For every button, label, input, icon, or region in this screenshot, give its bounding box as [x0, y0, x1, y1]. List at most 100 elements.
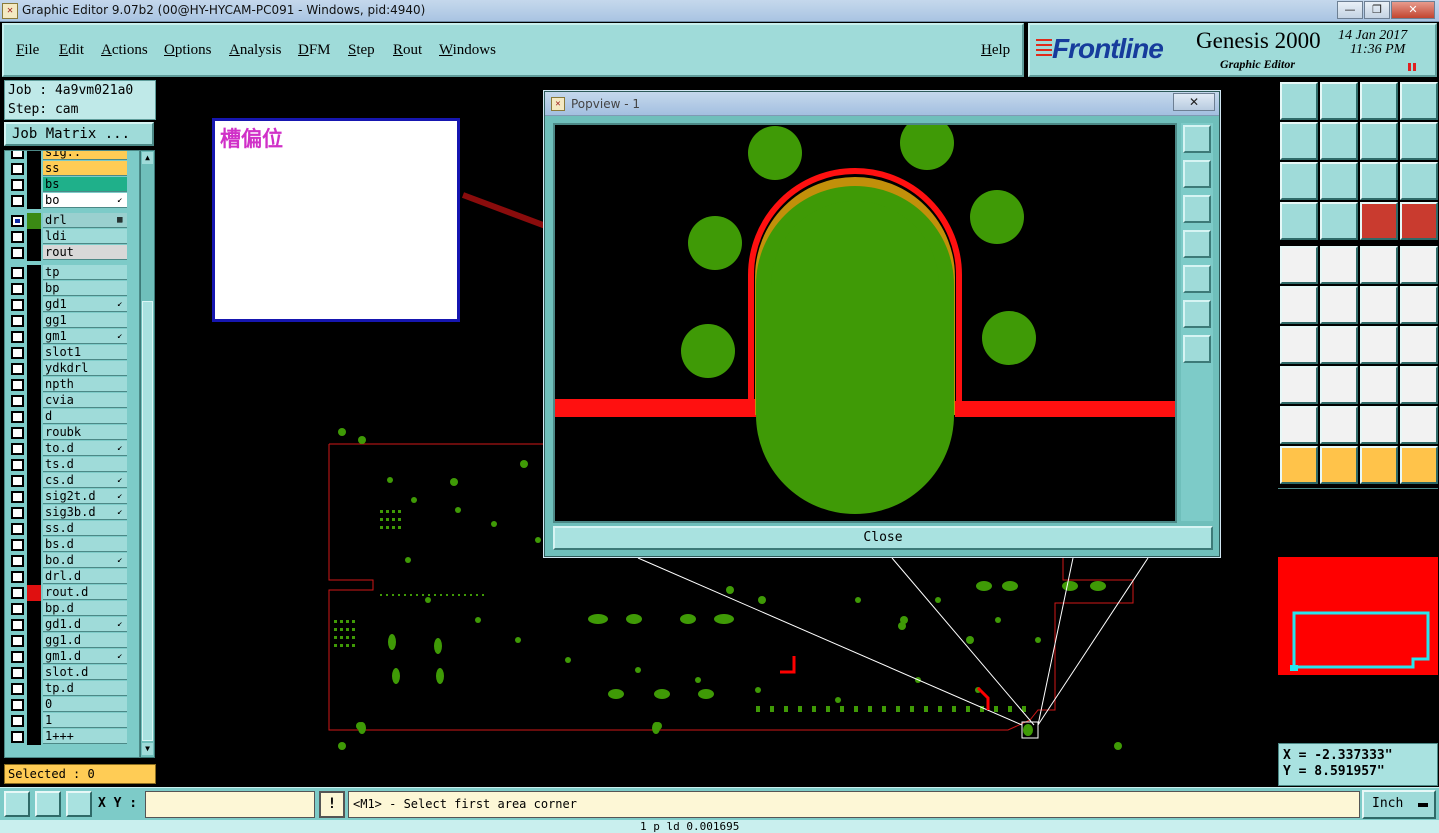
zoom-out-icon[interactable] [1183, 335, 1211, 363]
copy-icon[interactable] [1360, 366, 1398, 404]
layer-name[interactable]: bp [43, 281, 127, 296]
menu-file[interactable]: File [16, 42, 39, 59]
layer-checkbox[interactable] [11, 587, 24, 599]
angle-icon[interactable] [1280, 326, 1318, 364]
layer-checkbox[interactable] [11, 715, 24, 727]
layer-name[interactable]: ss.d [43, 521, 127, 536]
layer-name[interactable]: 1 [43, 713, 127, 728]
layer-checkbox[interactable] [11, 283, 24, 295]
close-window-button[interactable]: ✕ [1391, 1, 1435, 19]
flip-icon[interactable] [1400, 122, 1438, 160]
layer-row[interactable]: tp.d [5, 681, 139, 697]
pan-bottom-icon[interactable] [1320, 82, 1358, 120]
menu-rout[interactable]: Rout [393, 42, 422, 59]
select-feature-icon[interactable] [1280, 246, 1318, 284]
layer-checkbox[interactable] [11, 215, 24, 227]
layer-checkbox[interactable] [11, 179, 24, 191]
layer-row[interactable]: bp.d [5, 601, 139, 617]
zoom-in-icon[interactable] [1183, 300, 1211, 328]
layer-checkbox[interactable] [11, 411, 24, 423]
layer-row[interactable]: sig.. [5, 151, 139, 161]
arc-2-icon[interactable] [1320, 406, 1358, 444]
layer-name[interactable]: 0 [43, 697, 127, 712]
layer-name[interactable]: ts.d [43, 457, 127, 472]
layer-row[interactable]: gg1 [5, 313, 139, 329]
layer-checkbox[interactable] [11, 491, 24, 503]
layer-row[interactable]: gm1.d ↙ [5, 649, 139, 665]
layer-checkbox[interactable] [11, 195, 24, 207]
center-icon[interactable] [1320, 162, 1358, 200]
layer-name[interactable]: rout.d [43, 585, 127, 600]
group-icon[interactable] [1400, 366, 1438, 404]
layer-row[interactable]: ldi [5, 229, 139, 245]
scroll-thumb[interactable] [142, 301, 153, 741]
layer-row[interactable]: roubk [5, 425, 139, 441]
menu-options[interactable]: Options [164, 42, 212, 59]
help-icon[interactable] [1400, 162, 1438, 200]
layer-checkbox[interactable] [11, 347, 24, 359]
pan-right-tool-icon[interactable] [1320, 122, 1358, 160]
menu-dfm[interactable]: DFM [298, 42, 331, 59]
popview-close-button[interactable]: Close [553, 526, 1213, 550]
annotation-box[interactable]: 槽偏位 [212, 118, 460, 322]
net-2-icon[interactable] [1400, 286, 1438, 324]
cross-icon[interactable] [1320, 286, 1358, 324]
layer-checkbox[interactable] [11, 571, 24, 583]
menu-windows[interactable]: Windows [439, 42, 496, 59]
layer-checkbox[interactable] [11, 523, 24, 535]
layer-checkbox[interactable] [11, 619, 24, 631]
unit-selector[interactable]: Inch [1362, 790, 1436, 819]
menu-step[interactable]: Step [348, 42, 375, 59]
layer-checkbox[interactable] [11, 699, 24, 711]
minimize-button[interactable]: — [1337, 1, 1363, 19]
layer-name[interactable]: npth [43, 377, 127, 392]
maximize-button[interactable]: ❐ [1364, 1, 1390, 19]
pan-left-icon[interactable] [1183, 230, 1211, 258]
layer-row[interactable]: cvia [5, 393, 139, 409]
pan-down-icon[interactable] [1183, 195, 1211, 223]
layer-row[interactable]: slot1 [5, 345, 139, 361]
layer-name[interactable]: gd1.d [43, 617, 127, 632]
layer-name[interactable]: gm1.d [43, 649, 127, 664]
layer-row[interactable]: gg1.d [5, 633, 139, 649]
layer-checkbox[interactable] [11, 395, 24, 407]
pan-top-icon[interactable] [1280, 82, 1318, 120]
layer-checkbox[interactable] [11, 151, 24, 159]
swap-icon[interactable] [1360, 122, 1398, 160]
layer-name[interactable]: gm1 [43, 329, 127, 344]
layer-checkbox[interactable] [11, 315, 24, 327]
connect-icon[interactable] [1280, 286, 1318, 324]
layer-row[interactable]: bo ↙ [5, 193, 139, 209]
layers-red-icon[interactable] [1360, 202, 1398, 240]
window-icon[interactable] [1400, 82, 1438, 120]
layer-row[interactable]: gd1 ↙ [5, 297, 139, 313]
layer-row[interactable]: sig2t.d ↙ [5, 489, 139, 505]
layer-checkbox[interactable] [11, 731, 24, 743]
layer-name[interactable]: tp.d [43, 681, 127, 696]
layer-row[interactable]: 0 [5, 697, 139, 713]
layer-row[interactable]: 1+++ [5, 729, 139, 745]
layer-checkbox[interactable] [11, 427, 24, 439]
grid-icon[interactable] [66, 791, 92, 817]
layer-name[interactable]: drl.d [43, 569, 127, 584]
layer-checkbox[interactable] [11, 379, 24, 391]
layer-name[interactable]: gg1 [43, 313, 127, 328]
layer-row[interactable]: bo.d ↙ [5, 553, 139, 569]
layer-name[interactable]: cvia [43, 393, 127, 408]
menu-actions[interactable]: Actions [101, 42, 148, 59]
net-icon[interactable] [1360, 286, 1398, 324]
layer-row[interactable]: slot.d [5, 665, 139, 681]
overview-map[interactable] [1278, 488, 1438, 740]
layer-row[interactable]: npth [5, 377, 139, 393]
rotate-icon[interactable] [1360, 326, 1398, 364]
zoom-window-icon[interactable] [1183, 125, 1211, 153]
measure-icon[interactable] [35, 791, 61, 817]
ruler-icon[interactable] [1280, 202, 1318, 240]
layer-name[interactable]: tp [43, 265, 127, 280]
layer-name[interactable]: rout [43, 245, 127, 260]
edit-color-icon[interactable] [1320, 246, 1358, 284]
layer-name[interactable]: gd1 [43, 297, 127, 312]
layer-row[interactable]: rout [5, 245, 139, 261]
layer-checkbox[interactable] [11, 331, 24, 343]
menu-help[interactable]: Help [981, 42, 1010, 59]
